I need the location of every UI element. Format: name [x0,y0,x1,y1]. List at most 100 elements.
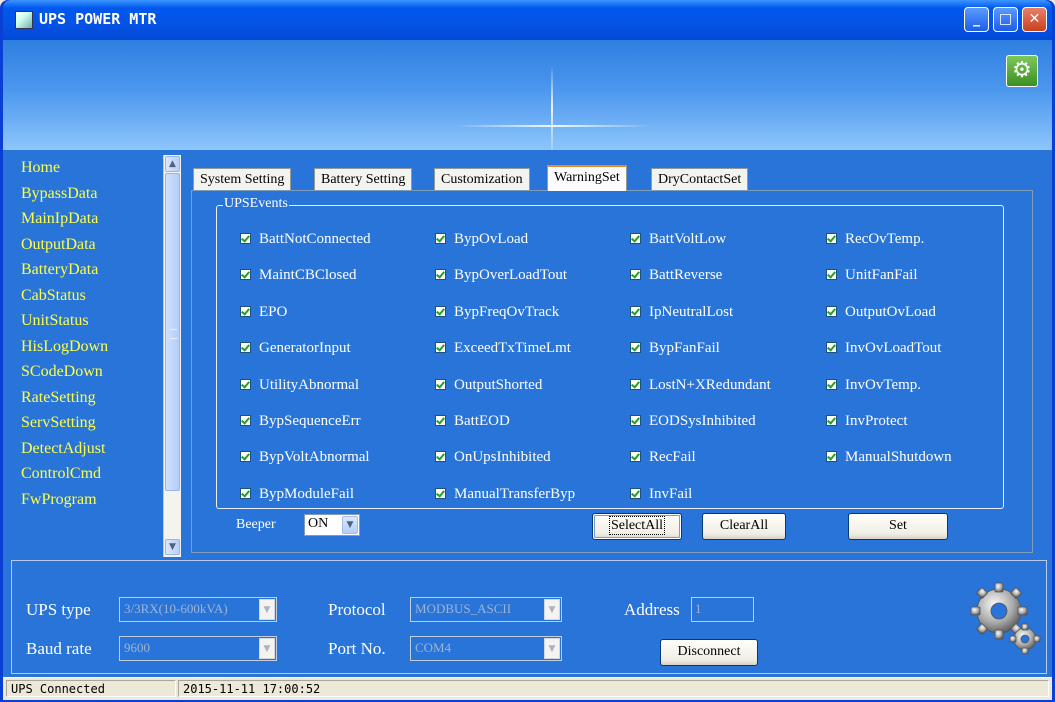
sidebar-item-bypassdata[interactable]: BypassData [11,181,161,207]
sidebar-item-hislogdown[interactable]: HisLogDown [11,334,161,360]
checkbox-label: BattReverse [649,267,723,284]
baud-rate-select[interactable]: 9600 ▼ [119,636,277,661]
beeper-label: Beeper [236,517,276,532]
checkbox-checked-icon[interactable] [435,451,446,463]
checkbox-label: UnitFanFail [845,267,918,284]
checkbox-label: ExceedTxTimeLmt [454,340,571,357]
tab-warningset[interactable]: WarningSet [547,165,627,191]
chevron-down-icon[interactable]: ▼ [342,516,358,534]
window-title: UPS POWER MTR [39,10,157,28]
checkbox-checked-icon[interactable] [240,378,251,390]
checkbox-checked-icon[interactable] [826,451,837,463]
checkbox-checked-icon[interactable] [240,487,251,499]
sidebar-item-scodedown[interactable]: SCodeDown [11,359,161,385]
checkbox-label: BypFreqOvTrack [454,303,560,320]
checkbox-label: ManualTransferByp [454,485,576,502]
checkbox-checked-icon[interactable] [630,487,641,499]
checkbox-checked-icon[interactable] [826,233,837,244]
checkbox-checked-icon[interactable] [435,305,446,317]
status-bar: UPS Connected 2015-11-11 17:00:52 [3,677,1052,700]
select-all-button[interactable]: SelectAll [592,513,682,540]
checkbox-checked-icon[interactable] [630,305,641,317]
checkbox-checked-icon[interactable] [240,415,251,426]
sidebar-item-home[interactable]: Home [11,155,161,181]
sidebar-item-fwprogram[interactable]: FwProgram [11,487,161,513]
checkbox-checked-icon[interactable] [630,269,641,281]
checkbox-label: ManualShutdown [845,449,952,466]
checkbox-label: InvOvLoadTout [845,340,942,357]
main-window: UPS POWER MTR _ □ ✕ ⚙ Home BypassData Main… [0,0,1055,702]
checkbox-checked-icon[interactable] [630,233,641,244]
protocol-select[interactable]: MODBUS_ASCII ▼ [410,597,562,622]
checkbox-checked-icon[interactable] [435,415,446,426]
sidebar-item-detectadjust[interactable]: DetectAdjust [11,436,161,462]
checkbox-checked-icon[interactable] [826,342,837,354]
set-button[interactable]: Set [848,513,948,540]
gears-icon [970,582,1041,655]
tab-system-setting[interactable]: System Setting [193,168,292,190]
scroll-down-icon[interactable]: ▼ [165,539,180,555]
checkbox-checked-icon[interactable] [240,342,251,354]
checkbox-checked-icon[interactable] [630,451,641,463]
chevron-down-icon[interactable]: ▼ [544,599,560,620]
checkbox-checked-icon[interactable] [435,487,446,499]
banner-flare [453,125,653,127]
checkbox-checked-icon[interactable] [630,378,641,390]
checkbox-checked-icon[interactable] [240,233,251,244]
checkbox-checked-icon[interactable] [630,415,641,426]
clear-all-button[interactable]: ClearAll [702,513,786,540]
checkbox-checked-icon[interactable] [240,269,251,281]
sidebar-item-outputdata[interactable]: OutputData [11,232,161,258]
sidebar-item-mainipdata[interactable]: MainIpData [11,206,161,232]
checkbox-checked-icon[interactable] [240,451,251,463]
sidebar-item-unitstatus[interactable]: UnitStatus [11,308,161,334]
checkbox-checked-icon[interactable] [826,415,837,426]
checkbox-checked-icon[interactable] [826,269,837,281]
sidebar-scrollbar[interactable]: ▲ ▼ [163,155,181,557]
checkbox-label: BattNotConnected [259,231,371,247]
checkbox-checked-icon[interactable] [435,342,446,354]
checkbox-label: InvProtect [845,413,908,429]
chevron-down-icon[interactable]: ▼ [544,638,560,659]
disconnect-button[interactable]: Disconnect [660,639,758,666]
checkbox-checked-icon[interactable] [826,378,837,390]
checkbox-checked-icon[interactable] [826,305,837,317]
chevron-down-icon[interactable]: ▼ [259,638,275,659]
chevron-down-icon[interactable]: ▼ [259,599,275,620]
settings-gear-icon[interactable]: ⚙ [1006,55,1038,87]
scroll-up-icon[interactable]: ▲ [165,156,180,172]
address-field[interactable]: 1 [691,597,754,622]
scroll-thumb[interactable] [165,173,180,491]
checkbox-label: BattEOD [454,413,510,429]
checkbox-checked-icon[interactable] [240,305,251,317]
checkbox-label: BypOverLoadTout [454,267,568,284]
address-label: Address [624,600,680,619]
tab-battery-setting[interactable]: Battery Setting [314,168,413,190]
tab-customization[interactable]: Customization [434,168,530,190]
warning-set-panel: UPSEvents BattNotConnected MaintCBClosed E… [191,190,1033,553]
port-select[interactable]: COM4 ▼ [410,636,562,661]
title-bar[interactable]: UPS POWER MTR _ □ ✕ [3,0,1052,40]
checkbox-label: BypFanFail [649,340,720,357]
ups-events-label: UPSEvents [223,196,289,212]
checkbox-checked-icon[interactable] [435,378,446,390]
maximize-button[interactable]: □ [993,7,1018,32]
sidebar-item-batterydata[interactable]: BatteryData [11,257,161,283]
sidebar-item-cabstatus[interactable]: CabStatus [11,283,161,309]
checkbox-checked-icon[interactable] [630,342,641,354]
close-button[interactable]: ✕ [1022,7,1047,32]
checkbox-checked-icon[interactable] [435,269,446,281]
ups-type-select[interactable]: 3/3RX(10-600kVA) ▼ [119,597,277,622]
beeper-select[interactable]: ON ▼ [304,514,360,536]
sidebar-item-servsetting[interactable]: ServSetting [11,410,161,436]
minimize-button[interactable]: _ [964,7,989,32]
tab-drycontactset[interactable]: DryContactSet [651,168,749,190]
beeper-value: ON [308,516,329,531]
header-banner: ⚙ [3,40,1052,150]
protocol-label: Protocol [328,600,386,619]
sidebar-item-ratesetting[interactable]: RateSetting [11,385,161,411]
ups-type-label: UPS type [26,600,91,619]
baud-rate-label: Baud rate [26,639,92,658]
checkbox-checked-icon[interactable] [435,233,446,244]
sidebar-item-controlcmd[interactable]: ControlCmd [11,461,161,487]
